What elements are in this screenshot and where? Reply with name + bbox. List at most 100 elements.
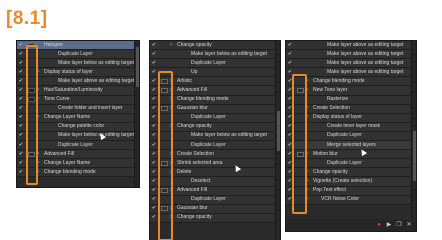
dialog-icon[interactable] (160, 188, 168, 194)
enable-checkbox[interactable]: ✔ (150, 104, 158, 113)
enable-checkbox[interactable]: ✔ (286, 59, 294, 68)
dialog-toggle-cell[interactable] (25, 86, 37, 94)
dialog-toggle-cell[interactable] (294, 86, 306, 94)
dialog-toggle-cell[interactable] (158, 114, 170, 122)
dialog-icon[interactable] (27, 97, 35, 103)
dialog-toggle-cell[interactable] (25, 96, 37, 104)
dialog-toggle-cell[interactable] (158, 159, 170, 167)
dialog-icon[interactable] (296, 151, 304, 157)
dialog-toggle-cell[interactable] (294, 159, 306, 167)
enable-checkbox[interactable]: ✔ (286, 141, 294, 150)
enable-checkbox[interactable]: ✔ (286, 159, 294, 168)
chevron-right-icon[interactable]: › (170, 86, 177, 95)
scrollbar-thumb[interactable] (413, 131, 416, 181)
dialog-toggle-cell[interactable] (158, 196, 170, 204)
enable-checkbox[interactable]: ✔ (150, 113, 158, 122)
chevron-right-icon[interactable]: › (170, 104, 177, 113)
chevron-right-icon[interactable]: › (306, 195, 313, 204)
chevron-right-icon[interactable]: › (170, 186, 177, 195)
enable-checkbox[interactable]: ✔ (17, 68, 25, 77)
enable-checkbox[interactable]: ✔ (150, 68, 158, 77)
dialog-toggle-cell[interactable] (294, 96, 306, 104)
enable-checkbox[interactable]: ✔ (17, 141, 25, 150)
chevron-right-icon[interactable]: › (37, 150, 44, 159)
chevron-right-icon[interactable]: › (170, 77, 177, 86)
dialog-toggle-cell[interactable] (25, 77, 37, 85)
dialog-toggle-cell[interactable] (158, 187, 170, 195)
enable-checkbox[interactable]: ✔ (150, 95, 158, 104)
chevron-right-icon[interactable]: › (306, 113, 313, 122)
dialog-toggle-cell[interactable] (294, 132, 306, 140)
enable-checkbox[interactable]: ✔ (150, 150, 158, 159)
chevron-right-icon[interactable]: › (170, 150, 177, 159)
dialog-toggle-cell[interactable] (158, 205, 170, 213)
enable-checkbox[interactable]: ✔ (17, 50, 25, 59)
enable-checkbox[interactable]: ✔ (150, 50, 158, 59)
enable-checkbox[interactable]: ✔ (150, 122, 158, 131)
dialog-toggle-cell[interactable] (294, 141, 306, 149)
chevron-right-icon[interactable]: › (306, 86, 313, 95)
dialog-toggle-cell[interactable] (25, 132, 37, 140)
dialog-toggle-cell[interactable] (158, 177, 170, 185)
enable-checkbox[interactable]: ✔ (150, 213, 158, 222)
dialog-toggle-cell[interactable] (158, 141, 170, 149)
dialog-toggle-cell[interactable] (294, 50, 306, 58)
enable-checkbox[interactable]: ✔ (286, 131, 294, 140)
chevron-right-icon[interactable]: › (170, 41, 177, 50)
dialog-toggle-cell[interactable] (158, 41, 170, 49)
enable-checkbox[interactable]: ✔ (17, 77, 25, 86)
chevron-right-icon[interactable]: › (306, 177, 313, 186)
chevron-right-icon[interactable]: › (170, 168, 177, 177)
enable-checkbox[interactable]: ✔ (150, 195, 158, 204)
record-icon[interactable]: ● (376, 222, 382, 228)
scrollbar[interactable] (411, 41, 416, 231)
dialog-toggle-cell[interactable] (25, 59, 37, 67)
dialog-toggle-cell[interactable] (158, 77, 170, 85)
dialog-toggle-cell[interactable] (294, 168, 306, 176)
dialog-toggle-cell[interactable] (294, 150, 306, 158)
enable-checkbox[interactable]: ✔ (286, 195, 294, 204)
enable-checkbox[interactable]: ✔ (286, 104, 294, 113)
enable-checkbox[interactable]: ✔ (150, 168, 158, 177)
dialog-toggle-cell[interactable] (25, 123, 37, 131)
dialog-toggle-cell[interactable] (294, 114, 306, 122)
dialog-toggle-cell[interactable] (158, 68, 170, 76)
dialog-toggle-cell[interactable] (25, 150, 37, 158)
enable-checkbox[interactable]: ✔ (150, 131, 158, 140)
dialog-toggle-cell[interactable] (294, 177, 306, 185)
dialog-icon[interactable] (27, 88, 35, 94)
dialog-toggle-cell[interactable] (25, 114, 37, 122)
enable-checkbox[interactable]: ✔ (17, 168, 25, 177)
enable-checkbox[interactable]: ✔ (17, 41, 25, 50)
enable-checkbox[interactable]: ✔ (150, 41, 158, 50)
enable-checkbox[interactable]: ✔ (286, 113, 294, 122)
dialog-toggle-cell[interactable] (25, 68, 37, 76)
chevron-right-icon[interactable]: › (170, 122, 177, 131)
scrollbar-thumb[interactable] (277, 111, 280, 151)
enable-checkbox[interactable]: ✔ (17, 95, 25, 104)
enable-checkbox[interactable]: ✔ (286, 150, 294, 159)
dialog-icon[interactable] (160, 106, 168, 112)
dialog-toggle-cell[interactable] (158, 96, 170, 104)
enable-checkbox[interactable]: ✔ (150, 177, 158, 186)
enable-checkbox[interactable]: ✔ (286, 41, 294, 50)
action-row[interactable]: ✔ › VCR Noise Color (286, 195, 416, 205)
enable-checkbox[interactable]: ✔ (17, 86, 25, 95)
dialog-toggle-cell[interactable] (158, 105, 170, 113)
chevron-right-icon[interactable]: › (37, 113, 44, 122)
dialog-toggle-cell[interactable] (158, 123, 170, 131)
dialog-toggle-cell[interactable] (158, 59, 170, 67)
enable-checkbox[interactable]: ✔ (17, 150, 25, 159)
dialog-icon[interactable] (160, 88, 168, 94)
dialog-toggle-cell[interactable] (294, 187, 306, 195)
action-row[interactable]: ✔ › Change opacity (150, 213, 280, 223)
enable-checkbox[interactable]: ✔ (150, 186, 158, 195)
enable-checkbox[interactable]: ✔ (17, 122, 25, 131)
dialog-icon[interactable] (296, 88, 304, 94)
dialog-toggle-cell[interactable] (158, 150, 170, 158)
enable-checkbox[interactable]: ✔ (286, 95, 294, 104)
dialog-toggle-cell[interactable] (25, 105, 37, 113)
chevron-right-icon[interactable]: › (37, 68, 44, 77)
chevron-right-icon[interactable]: › (170, 95, 177, 104)
enable-checkbox[interactable]: ✔ (150, 141, 158, 150)
